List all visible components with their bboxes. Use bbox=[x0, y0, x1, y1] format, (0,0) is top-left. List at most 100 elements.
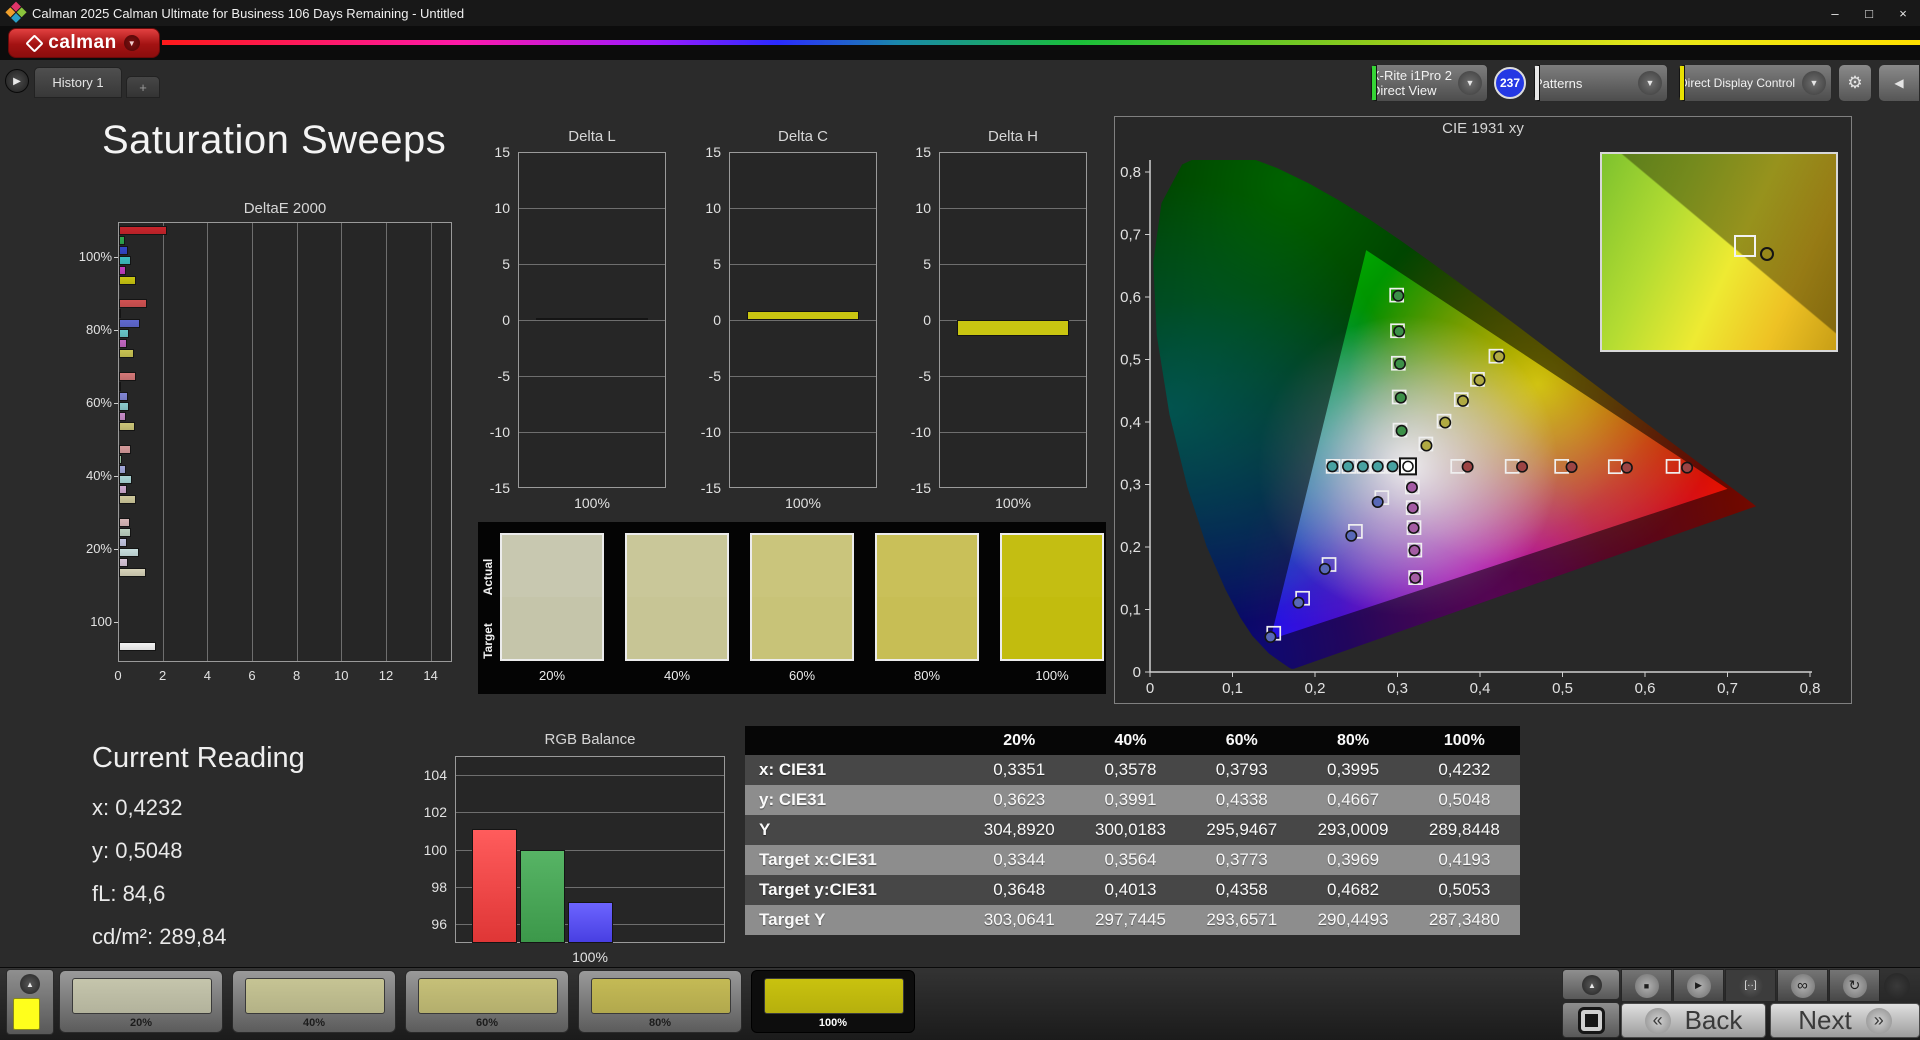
delta_c-y-tick: -10 bbox=[700, 424, 721, 440]
deltae-bar-80%-2 bbox=[119, 319, 141, 328]
table-row: Y 304,8920 300,0183 295,9467 293,0009 289,844… bbox=[745, 815, 1520, 845]
collapse-up-icon[interactable]: ▲ bbox=[20, 974, 40, 994]
settings-button[interactable]: ⚙ bbox=[1838, 64, 1872, 102]
rgb-bar-blue bbox=[568, 901, 613, 943]
measurement-table-body: x: CIE31 0,3351 0,3578 0,3793 0,3995 0,4232 y:… bbox=[745, 755, 1520, 935]
patterns-dropdown[interactable]: Patterns ▼ bbox=[1533, 64, 1668, 102]
table-value: 0,3351 bbox=[963, 755, 1075, 785]
row-label: y: CIE31 bbox=[745, 785, 964, 815]
add-layout-tab-button[interactable]: + bbox=[126, 76, 160, 98]
cie-measured-circle-yellow bbox=[1456, 394, 1469, 407]
swatch-60% bbox=[750, 533, 854, 661]
quick-color-swatch[interactable] bbox=[13, 998, 40, 1030]
minimize-button[interactable]: – bbox=[1818, 0, 1852, 26]
measurement-table: 20% 40% 60% 80% 100% x: CIE31 0,3351 0,3578 0,3… bbox=[745, 726, 1520, 935]
deltae-bar-80%-0 bbox=[119, 299, 147, 308]
cie-x-tick: 0 bbox=[1146, 680, 1154, 697]
pattern-button-60%[interactable]: 60% bbox=[405, 970, 569, 1033]
deltae-gridline bbox=[296, 223, 298, 661]
meter-dropdown[interactable]: X-Rite i1Pro 2 Direct View ▼ bbox=[1370, 64, 1488, 102]
delta_c-y-tick: 15 bbox=[705, 144, 721, 160]
deltae-y-label: 100 bbox=[90, 614, 112, 629]
layout-nav-button[interactable]: ▶ bbox=[5, 69, 29, 93]
deltae-bar-40%-0 bbox=[119, 445, 132, 454]
deltae-bar-100%-3 bbox=[119, 256, 132, 265]
delta_l-y-tick: 10 bbox=[494, 200, 510, 216]
deltae-bar-20%-3 bbox=[119, 548, 140, 557]
deltae-gridline bbox=[385, 223, 387, 661]
infinity-icon: ∞ bbox=[1790, 973, 1815, 998]
table-col-100%: 100% bbox=[1408, 726, 1520, 755]
calman-logo-icon bbox=[25, 33, 44, 53]
app-icon bbox=[5, 1, 28, 25]
cie-measured-circle-cyan bbox=[1342, 460, 1355, 473]
collapse-toolbar-button[interactable]: ◀ bbox=[1878, 64, 1920, 102]
delta_l-y-tick: 0 bbox=[502, 312, 510, 328]
transport-pattern-window-button[interactable]: [··] bbox=[1725, 969, 1776, 1002]
pattern-swatch-40% bbox=[245, 978, 385, 1014]
pattern-window-button[interactable] bbox=[1562, 1002, 1620, 1038]
extra-round-button[interactable] bbox=[1884, 973, 1910, 999]
cie-measured-circle-magenta bbox=[1405, 481, 1418, 494]
delta_l-y-tick: -5 bbox=[497, 368, 510, 384]
deltae-bar-20%-5 bbox=[119, 568, 146, 577]
deltae-x-tick: 0 bbox=[114, 668, 122, 683]
rgb-x-label: 100% bbox=[572, 949, 608, 965]
back-button[interactable]: « Back bbox=[1621, 1003, 1766, 1038]
close-button[interactable]: × bbox=[1886, 0, 1920, 26]
deltae-bar-80%-5 bbox=[119, 349, 134, 358]
swatch-40% bbox=[625, 533, 729, 661]
cie-measured-circle-red bbox=[1565, 460, 1578, 473]
rgb-y-tick: 96 bbox=[431, 916, 447, 933]
next-label: Next bbox=[1798, 1005, 1852, 1035]
deltae-bar-100%-0 bbox=[119, 226, 167, 235]
delta_h-gridline bbox=[940, 376, 1086, 377]
next-button[interactable]: Next » bbox=[1770, 1003, 1920, 1038]
pattern-button-80%[interactable]: 80% bbox=[578, 970, 742, 1033]
cie-measured-circle-magenta bbox=[1406, 501, 1419, 514]
delta_c-gridline bbox=[730, 208, 876, 209]
cie-measured-circle-red bbox=[1681, 461, 1694, 474]
transport-play-button[interactable]: ▶ bbox=[1673, 969, 1724, 1002]
cie-y-tick: 0,7 bbox=[1120, 227, 1141, 244]
display-control-dropdown[interactable]: Direct Display Control ▼ bbox=[1678, 64, 1832, 102]
table-col-80%: 80% bbox=[1297, 726, 1409, 755]
transport-stop-button[interactable]: ■ bbox=[1621, 969, 1672, 1002]
meter-count-badge[interactable]: 237 bbox=[1494, 67, 1526, 99]
deltae-bar-100%-4 bbox=[119, 266, 126, 275]
delta_c-gridline bbox=[730, 320, 876, 321]
pattern-button-100%[interactable]: 100% bbox=[751, 970, 915, 1033]
cie-measured-circle-cyan bbox=[1356, 460, 1369, 473]
deltae-bar-80%-4 bbox=[119, 339, 127, 348]
delta_h-y-tick: 10 bbox=[915, 200, 931, 216]
table-value: 303,0641 bbox=[963, 905, 1075, 935]
table-value: 295,9467 bbox=[1186, 815, 1298, 845]
cie-inset-target-square bbox=[1733, 235, 1756, 257]
patterns-accent-bar bbox=[1534, 65, 1540, 101]
tab-history-1[interactable]: History 1 bbox=[34, 67, 122, 98]
delta_h-gridline bbox=[940, 264, 1086, 265]
pattern-window-icon: [··] bbox=[1738, 973, 1763, 998]
delta_h-gridline bbox=[940, 432, 1086, 433]
collapse-up-icon: ▲ bbox=[1582, 975, 1602, 995]
cie-x-tick: 0,4 bbox=[1470, 680, 1491, 697]
deltae-bar-80%-3 bbox=[119, 329, 130, 338]
deltae-bar-100%-1 bbox=[119, 236, 125, 245]
transport-infinity-button[interactable]: ∞ bbox=[1777, 969, 1828, 1002]
deltae-bar-20%-1 bbox=[119, 528, 132, 537]
delta_c-y-tick: 5 bbox=[713, 256, 721, 272]
maximize-button[interactable]: □ bbox=[1852, 0, 1886, 26]
pattern-button-40%[interactable]: 40% bbox=[232, 970, 396, 1033]
transport-refresh-button[interactable]: ↻ bbox=[1829, 969, 1880, 1002]
delta_h-x-label: 100% bbox=[995, 495, 1031, 511]
delta_c-x-label: 100% bbox=[785, 495, 821, 511]
calman-menu-button[interactable]: calman ▼ bbox=[8, 28, 160, 58]
deltae-x-tick: 6 bbox=[248, 668, 256, 683]
pattern-label-100%: 100% bbox=[818, 1017, 848, 1029]
transport-collapse-button[interactable]: ▲ bbox=[1562, 969, 1620, 1000]
reading-x: x: 0,4232 bbox=[92, 795, 183, 820]
cie-y-tick: 0,1 bbox=[1120, 602, 1141, 619]
row-label: Target Y bbox=[745, 905, 964, 935]
deltae-x-tick: 2 bbox=[159, 668, 167, 683]
pattern-button-20%[interactable]: 20% bbox=[59, 970, 223, 1033]
